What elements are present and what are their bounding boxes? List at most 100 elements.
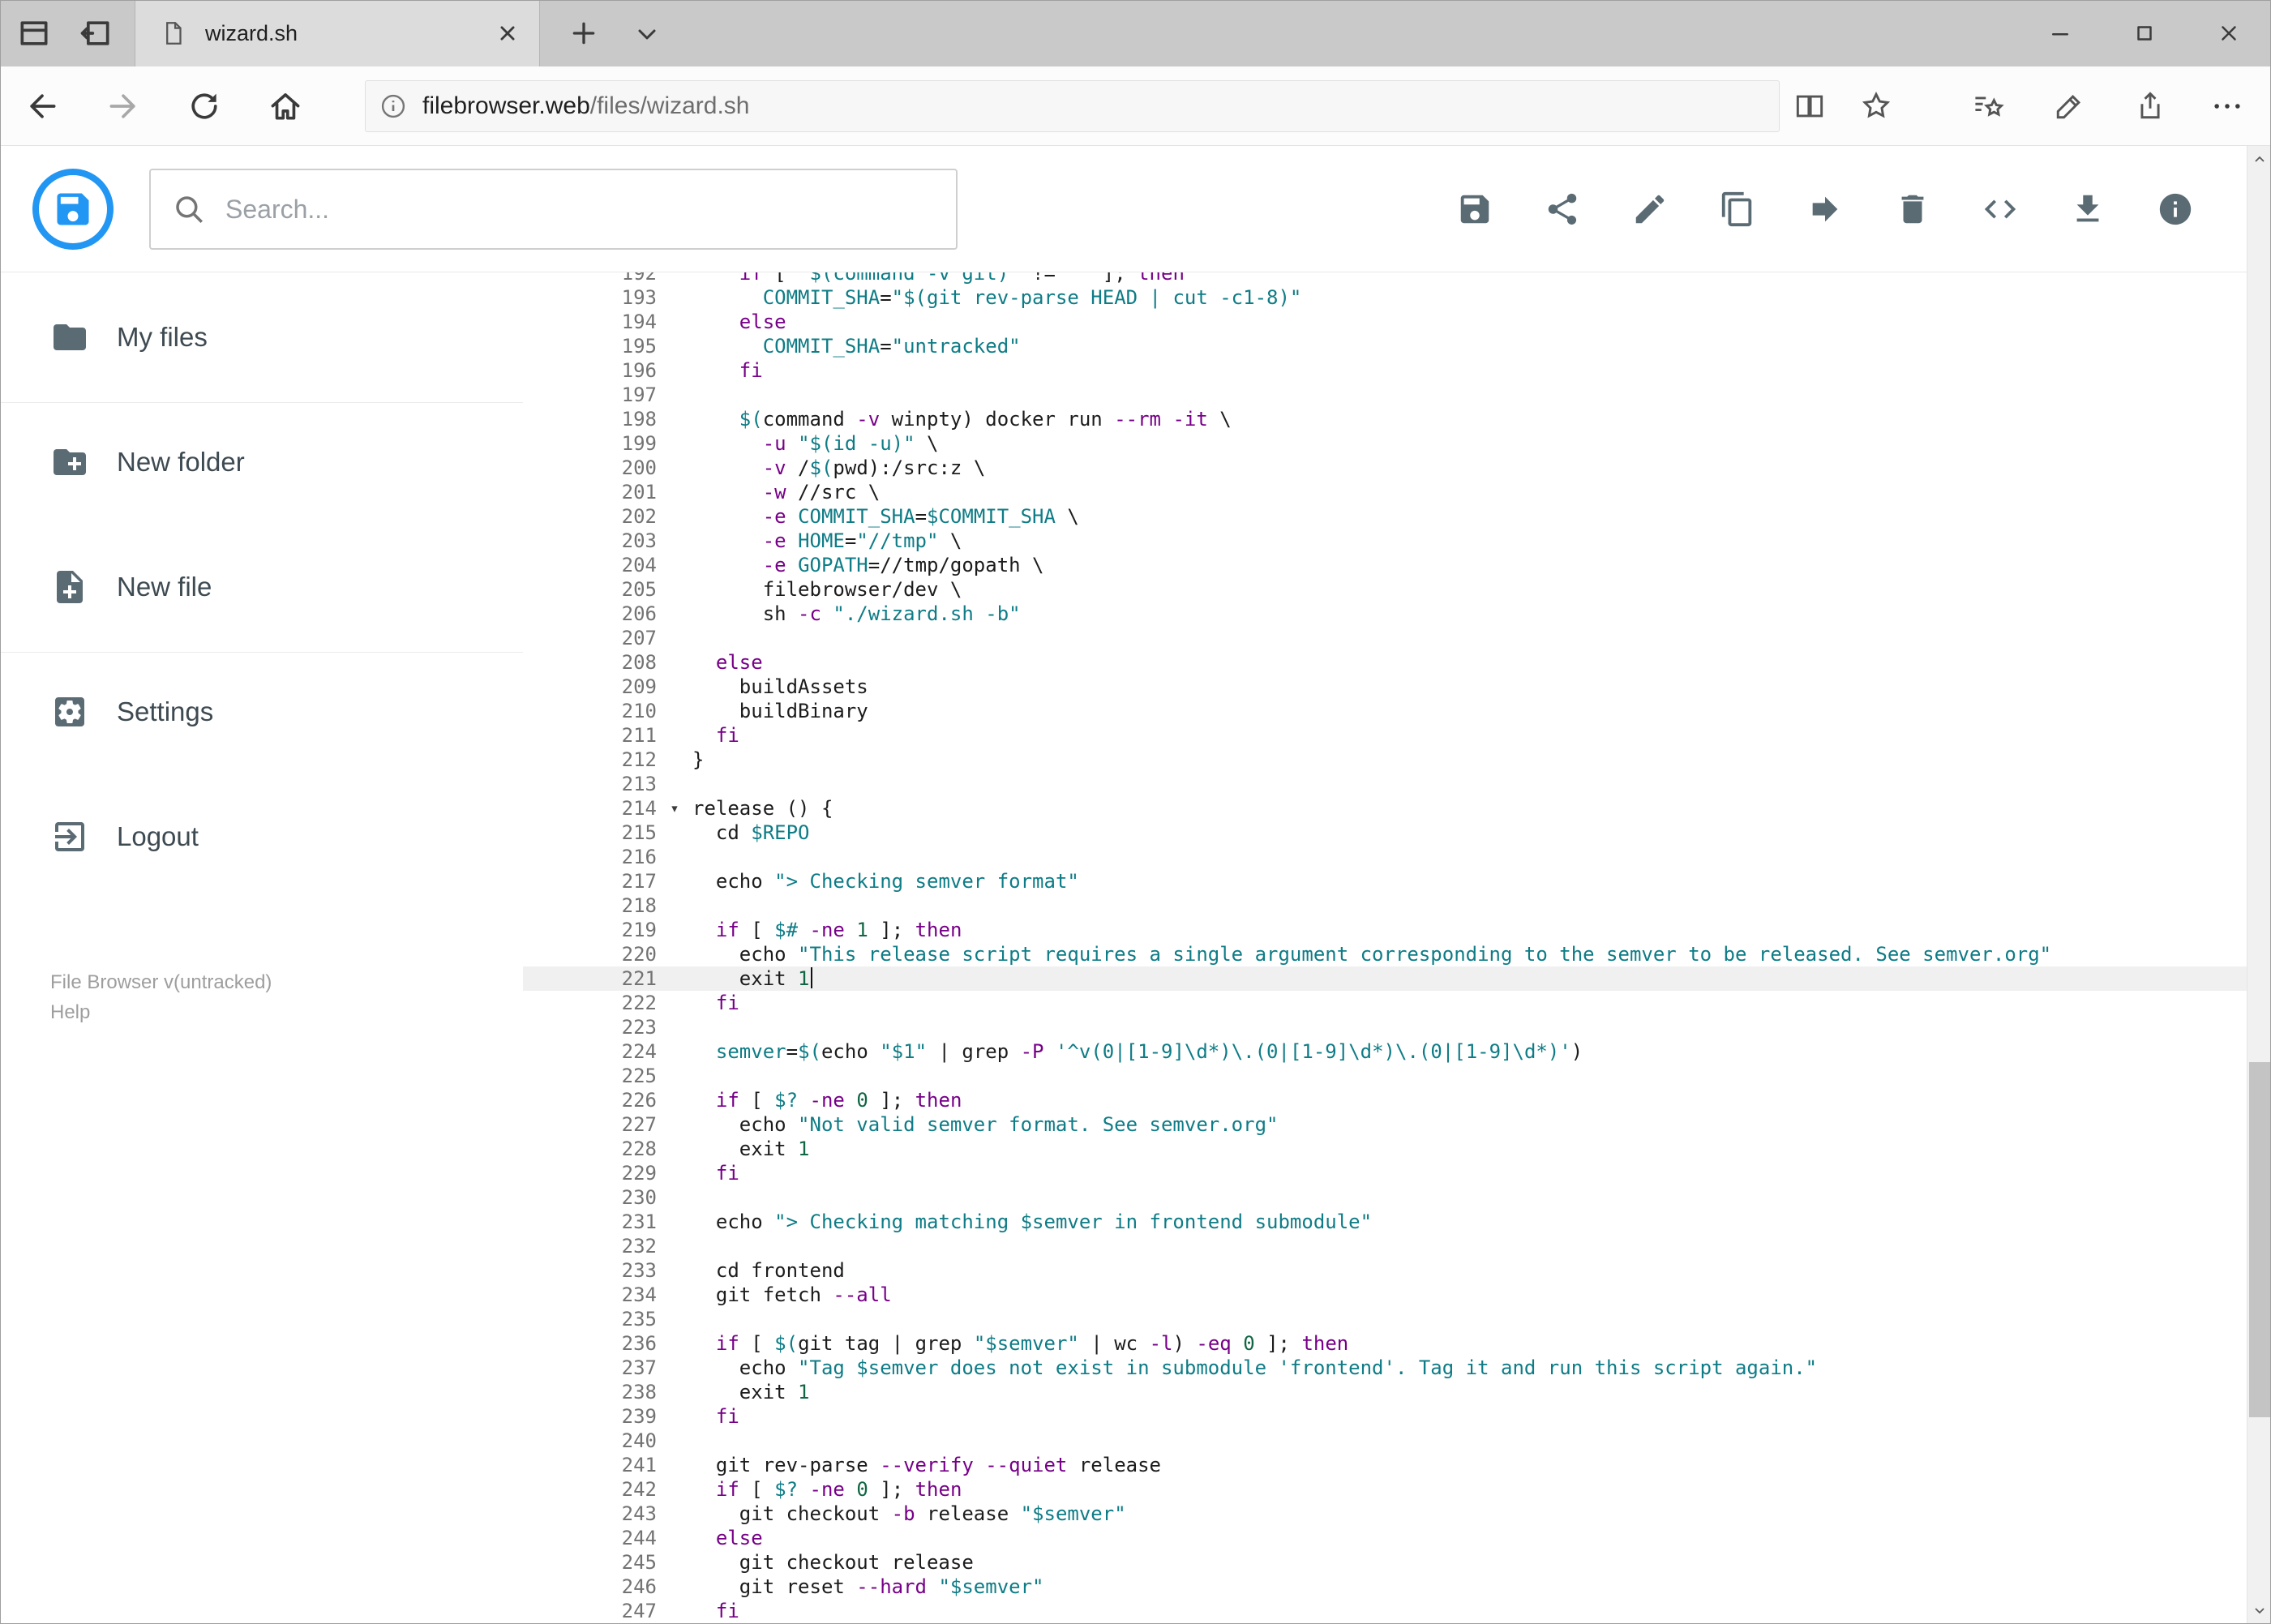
- code-line-203[interactable]: 203 -e HOME="//tmp" \: [523, 529, 2247, 553]
- code-line-211[interactable]: 211 fi: [523, 723, 2247, 748]
- refresh-icon[interactable]: [186, 88, 222, 124]
- more-options-icon[interactable]: [2209, 88, 2245, 124]
- new-tab-icon[interactable]: [568, 17, 600, 49]
- home-icon[interactable]: [268, 88, 303, 124]
- code-line-209[interactable]: 209 buildAssets: [523, 675, 2247, 699]
- search-box[interactable]: [149, 169, 958, 250]
- code-line-228[interactable]: 228 exit 1: [523, 1137, 2247, 1161]
- maximize-button[interactable]: [2102, 0, 2187, 66]
- code-line-221[interactable]: 221 exit 1: [523, 966, 2247, 991]
- fold-marker-icon[interactable]: ▾: [657, 796, 692, 821]
- code-line-232[interactable]: 232: [523, 1234, 2247, 1258]
- code-line-202[interactable]: 202 -e COMMIT_SHA=$COMMIT_SHA \: [523, 504, 2247, 529]
- code-editor[interactable]: 192 if [ "$(command -v git)" != "" ]; th…: [523, 272, 2247, 1624]
- code-line-236[interactable]: 236 if [ $(git tag | grep "$semver" | wc…: [523, 1331, 2247, 1356]
- close-button[interactable]: [2187, 0, 2271, 66]
- code-line-237[interactable]: 237 echo "Tag $semver does not exist in …: [523, 1356, 2247, 1380]
- code-line-196[interactable]: 196 fi: [523, 358, 2247, 383]
- move-icon[interactable]: [1806, 191, 1844, 228]
- browser-tab[interactable]: wizard.sh: [135, 0, 540, 66]
- code-line-207[interactable]: 207: [523, 626, 2247, 650]
- code-line-219[interactable]: 219 if [ $# -ne 1 ]; then: [523, 918, 2247, 942]
- code-line-193[interactable]: 193 COMMIT_SHA="$(git rev-parse HEAD | c…: [523, 285, 2247, 310]
- code-line-230[interactable]: 230: [523, 1185, 2247, 1210]
- minimize-button[interactable]: [2018, 0, 2102, 66]
- search-input[interactable]: [225, 194, 906, 225]
- code-line-205[interactable]: 205 filebrowser/dev \: [523, 577, 2247, 602]
- code-line-195[interactable]: 195 COMMIT_SHA="untracked": [523, 334, 2247, 358]
- sidebar-item-my-files[interactable]: My files: [0, 297, 523, 378]
- code-line-197[interactable]: 197: [523, 383, 2247, 407]
- code-line-227[interactable]: 227 echo "Not valid semver format. See s…: [523, 1112, 2247, 1137]
- share-icon[interactable]: [2132, 88, 2168, 124]
- site-info-icon[interactable]: [379, 92, 408, 121]
- info-icon[interactable]: [2157, 191, 2194, 228]
- code-line-194[interactable]: 194 else: [523, 310, 2247, 334]
- code-line-224[interactable]: 224 semver=$(echo "$1" | grep -P '^v(0|[…: [523, 1039, 2247, 1064]
- help-link[interactable]: Help: [50, 997, 272, 1027]
- sidebar-item-settings[interactable]: Settings: [0, 671, 523, 752]
- scroll-up-icon[interactable]: [2247, 146, 2271, 174]
- code-line-225[interactable]: 225: [523, 1064, 2247, 1088]
- code-line-238[interactable]: 238 exit 1: [523, 1380, 2247, 1404]
- sidebar-item-new-folder[interactable]: New folder: [0, 422, 523, 503]
- code-line-223[interactable]: 223: [523, 1015, 2247, 1039]
- tab-preview-icon[interactable]: [16, 15, 52, 51]
- code-line-220[interactable]: 220 echo "This release script requires a…: [523, 942, 2247, 966]
- code-line-204[interactable]: 204 -e GOPATH=//tmp/gopath \: [523, 553, 2247, 577]
- code-line-198[interactable]: 198 $(command -v winpty) docker run --rm…: [523, 407, 2247, 431]
- reading-view-icon[interactable]: [1792, 88, 1828, 124]
- download-icon[interactable]: [2069, 191, 2106, 228]
- code-line-215[interactable]: 215 cd $REPO: [523, 821, 2247, 845]
- edit-icon[interactable]: [1631, 191, 1669, 228]
- code-line-208[interactable]: 208 else: [523, 650, 2247, 675]
- copy-icon[interactable]: [1719, 191, 1756, 228]
- code-line-217[interactable]: 217 echo "> Checking semver format": [523, 869, 2247, 893]
- code-line-216[interactable]: 216: [523, 845, 2247, 869]
- code-line-206[interactable]: 206 sh -c "./wizard.sh -b": [523, 602, 2247, 626]
- address-bar[interactable]: filebrowser.web/files/wizard.sh: [365, 80, 1780, 132]
- tabs-set-aside-icon[interactable]: [78, 15, 114, 51]
- sidebar-item-logout[interactable]: Logout: [0, 796, 523, 877]
- scroll-down-icon[interactable]: [2247, 1596, 2271, 1624]
- code-line-201[interactable]: 201 -w //src \: [523, 480, 2247, 504]
- filebrowser-logo-icon[interactable]: [32, 169, 114, 250]
- code-line-239[interactable]: 239 fi: [523, 1404, 2247, 1429]
- code-line-244[interactable]: 244 else: [523, 1526, 2247, 1550]
- code-line-212[interactable]: 212}: [523, 748, 2247, 772]
- code-line-200[interactable]: 200 -v /$(pwd):/src:z \: [523, 456, 2247, 480]
- code-line-241[interactable]: 241 git rev-parse --verify --quiet relea…: [523, 1453, 2247, 1477]
- code-line-247[interactable]: 247 fi: [523, 1599, 2247, 1623]
- code-line-240[interactable]: 240: [523, 1429, 2247, 1453]
- tab-close-icon[interactable]: [494, 19, 521, 47]
- code-line-226[interactable]: 226 if [ $? -ne 0 ]; then: [523, 1088, 2247, 1112]
- code-line-235[interactable]: 235: [523, 1307, 2247, 1331]
- forward-icon[interactable]: [105, 88, 141, 124]
- code-line-246[interactable]: 246 git reset --hard "$semver": [523, 1575, 2247, 1599]
- code-line-243[interactable]: 243 git checkout -b release "$semver": [523, 1502, 2247, 1526]
- vertical-scrollbar[interactable]: [2247, 146, 2271, 1624]
- code-line-234[interactable]: 234 git fetch --all: [523, 1283, 2247, 1307]
- scrollbar-thumb[interactable]: [2249, 1062, 2270, 1417]
- share-icon[interactable]: [1544, 191, 1581, 228]
- code-line-213[interactable]: 213: [523, 772, 2247, 796]
- code-line-222[interactable]: 222 fi: [523, 991, 2247, 1015]
- code-line-242[interactable]: 242 if [ $? -ne 0 ]; then: [523, 1477, 2247, 1502]
- code-icon[interactable]: [1982, 191, 2019, 228]
- code-line-245[interactable]: 245 git checkout release: [523, 1550, 2247, 1575]
- code-line-218[interactable]: 218: [523, 893, 2247, 918]
- code-line-229[interactable]: 229 fi: [523, 1161, 2247, 1185]
- code-line-199[interactable]: 199 -u "$(id -u)" \: [523, 431, 2247, 456]
- favorite-star-icon[interactable]: [1858, 88, 1894, 124]
- delete-icon[interactable]: [1894, 191, 1931, 228]
- code-line-210[interactable]: 210 buildBinary: [523, 699, 2247, 723]
- sidebar-item-new-file[interactable]: New file: [0, 546, 523, 628]
- hub-icon[interactable]: [1970, 88, 2006, 124]
- code-line-214[interactable]: 214 ▾ release () {: [523, 796, 2247, 821]
- web-notes-icon[interactable]: [2051, 88, 2087, 124]
- tab-list-chevron-icon[interactable]: [632, 19, 662, 48]
- code-line-231[interactable]: 231 echo "> Checking matching $semver in…: [523, 1210, 2247, 1234]
- code-line-192[interactable]: 192 if [ "$(command -v git)" != "" ]; th…: [523, 272, 2247, 285]
- code-line-233[interactable]: 233 cd frontend: [523, 1258, 2247, 1283]
- back-icon[interactable]: [24, 88, 60, 124]
